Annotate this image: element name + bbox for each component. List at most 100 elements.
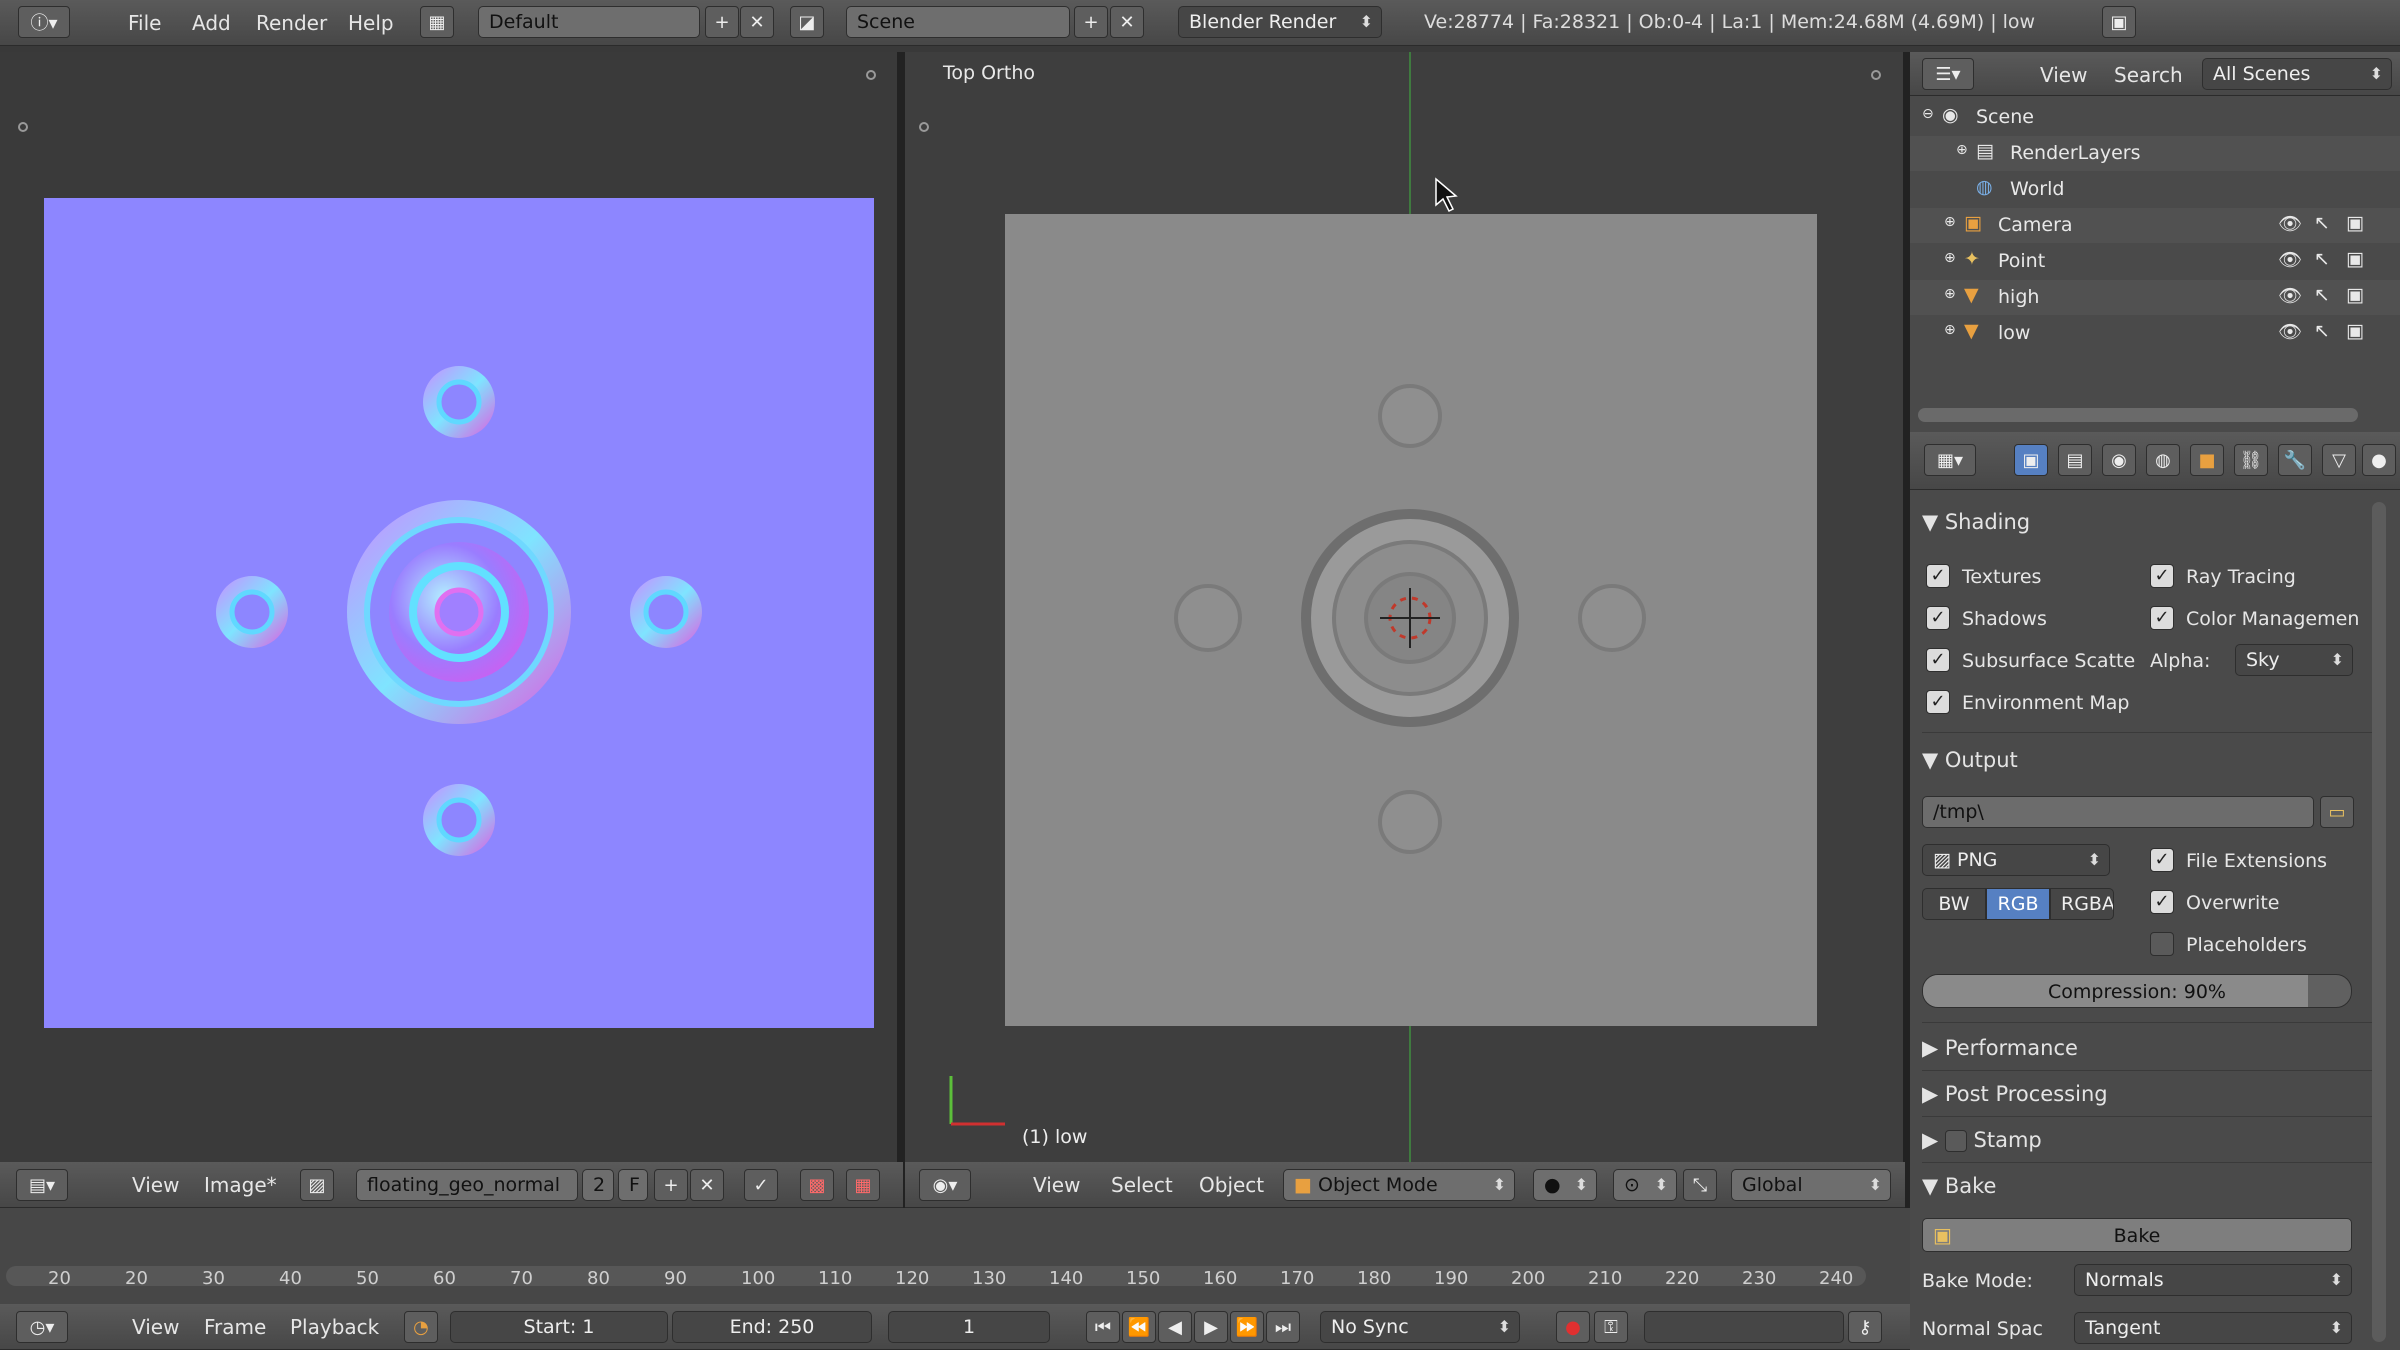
- editor-type-icon[interactable]: ◉▾: [919, 1169, 971, 1201]
- shading-panel-header[interactable]: ▼ Shading: [1922, 510, 2030, 534]
- bake-button[interactable]: ▣ Bake: [1922, 1218, 2352, 1252]
- timeline[interactable]: [0, 1208, 1910, 1304]
- expand-icon[interactable]: ⊕: [1944, 286, 1956, 302]
- area-divider[interactable]: [1903, 52, 1910, 1208]
- expand-icon[interactable]: ⊕: [1944, 322, 1956, 338]
- outliner-item-camera[interactable]: ⊕ ▣ Camera 👁 ↖ ▣: [1910, 208, 2400, 243]
- orientation-dropdown[interactable]: Global ⬍: [1731, 1169, 1891, 1201]
- keying-set-field[interactable]: [1644, 1311, 1844, 1343]
- textures-checkbox[interactable]: ✓: [1926, 564, 1950, 588]
- color-rgba-button[interactable]: RGBA: [2050, 888, 2114, 920]
- outliner-item-scene[interactable]: ⊖ ◉ Scene: [1910, 100, 2400, 135]
- menu-render[interactable]: Render: [256, 11, 327, 35]
- 3d-viewport[interactable]: Top Ortho (1) low: [905, 52, 1903, 1162]
- menu-object[interactable]: Object: [1199, 1173, 1264, 1197]
- play-icon[interactable]: ▶: [1194, 1311, 1228, 1343]
- next-keyframe-icon[interactable]: ⏩: [1230, 1311, 1264, 1343]
- expand-icon[interactable]: ⊖: [1922, 106, 1934, 122]
- pin-icon[interactable]: ✓: [744, 1169, 778, 1201]
- outliner[interactable]: ☰▾ View Search All Scenes ⬍ ⊖ ◉ Scene ⊕ …: [1910, 52, 2400, 432]
- outliner-item-low[interactable]: ⊕ ▼ low 👁 ↖ ▣: [1910, 316, 2400, 351]
- properties-editor[interactable]: ▦▾ ▣ ▤ ◉ ◍ ■ ⛓ 🔧 ▽ ● ▼ Shading ✓ Texture…: [1910, 432, 2400, 1350]
- uv-select-icon[interactable]: ▦: [846, 1169, 880, 1201]
- prev-keyframe-icon[interactable]: ⏪: [1122, 1311, 1156, 1343]
- jump-start-icon[interactable]: ⏮: [1086, 1311, 1120, 1343]
- end-frame-field[interactable]: End: 250: [672, 1311, 872, 1343]
- editor-type-icon[interactable]: ◷▾: [16, 1311, 68, 1343]
- stamp-checkbox[interactable]: ✓: [1944, 1130, 1967, 1152]
- render-camera-icon[interactable]: ▣: [2346, 284, 2364, 306]
- sss-checkbox[interactable]: ✓: [1926, 648, 1950, 672]
- menu-select[interactable]: Select: [1111, 1173, 1173, 1197]
- render-layers-tab-icon[interactable]: ▤: [2058, 444, 2092, 476]
- preview-range-icon[interactable]: ◔: [404, 1311, 438, 1343]
- visibility-eye-icon[interactable]: 👁: [2278, 248, 2302, 271]
- outliner-item-point[interactable]: ⊕ ✦ Point 👁 ↖ ▣: [1910, 244, 2400, 279]
- current-frame-field[interactable]: 1: [888, 1311, 1050, 1343]
- menu-search[interactable]: Search: [2114, 63, 2183, 87]
- select-arrow-icon[interactable]: ↖: [2314, 212, 2330, 234]
- fake-user-toggle[interactable]: F: [618, 1169, 648, 1201]
- select-arrow-icon[interactable]: ↖: [2314, 320, 2330, 342]
- uv-sync-icon[interactable]: ▩: [800, 1169, 834, 1201]
- record-icon[interactable]: ●: [1556, 1311, 1590, 1343]
- expand-icon[interactable]: ⊕: [1944, 214, 1956, 230]
- insert-key-icon[interactable]: ⚷: [1848, 1311, 1882, 1343]
- render-camera-icon[interactable]: ▣: [2346, 248, 2364, 270]
- performance-panel-header[interactable]: ▶ Performance: [1922, 1036, 2078, 1060]
- placeholders-checkbox[interactable]: ✓: [2150, 932, 2174, 956]
- stamp-panel-header[interactable]: ▶ ✓ Stamp: [1922, 1128, 2042, 1152]
- display-mode-dropdown[interactable]: All Scenes ⬍: [2202, 58, 2392, 90]
- color-bw-button[interactable]: BW: [1922, 888, 1986, 920]
- menu-add[interactable]: Add: [192, 11, 231, 35]
- editor-type-icon[interactable]: ▦▾: [1924, 444, 1976, 476]
- mode-dropdown[interactable]: ■ Object Mode ⬍: [1283, 1169, 1515, 1201]
- compression-slider[interactable]: Compression: 90%: [1922, 974, 2352, 1008]
- render-tab-icon[interactable]: ▣: [2014, 444, 2048, 476]
- menu-frame[interactable]: Frame: [204, 1315, 266, 1339]
- alpha-dropdown[interactable]: Sky ⬍: [2235, 644, 2353, 676]
- outliner-scrollbar[interactable]: [1918, 408, 2358, 422]
- screen-layout-icon[interactable]: ▦: [420, 6, 454, 38]
- scene-icon[interactable]: ◪: [790, 6, 824, 38]
- play-reverse-icon[interactable]: ◀: [1158, 1311, 1192, 1343]
- manipulator-icon[interactable]: ⤡: [1683, 1169, 1717, 1201]
- remove-scene-icon[interactable]: ✕: [1110, 6, 1144, 38]
- menu-view[interactable]: View: [132, 1315, 179, 1339]
- remove-layout-icon[interactable]: ✕: [740, 6, 774, 38]
- menu-view[interactable]: View: [2040, 63, 2087, 87]
- bake-mode-dropdown[interactable]: Normals ⬍: [2074, 1264, 2352, 1296]
- menu-image[interactable]: Image*: [204, 1173, 277, 1197]
- scene-tab-icon[interactable]: ◉: [2102, 444, 2136, 476]
- render-camera-icon[interactable]: ▣: [2346, 212, 2364, 234]
- jump-end-icon[interactable]: ⏭: [1266, 1311, 1300, 1343]
- add-scene-icon[interactable]: +: [1074, 6, 1108, 38]
- menu-file[interactable]: File: [128, 11, 161, 35]
- properties-scrollbar[interactable]: [2372, 502, 2386, 1342]
- file-format-dropdown[interactable]: ▨ PNG ⬍: [1922, 844, 2110, 876]
- envmap-checkbox[interactable]: ✓: [1926, 690, 1950, 714]
- output-path-field[interactable]: /tmp\: [1922, 796, 2314, 828]
- select-arrow-icon[interactable]: ↖: [2314, 248, 2330, 270]
- add-layout-icon[interactable]: +: [705, 6, 739, 38]
- color-rgb-button[interactable]: RGB: [1986, 888, 2050, 920]
- expand-icon[interactable]: ⊕: [1944, 250, 1956, 266]
- visibility-eye-icon[interactable]: 👁: [2278, 284, 2302, 307]
- visibility-eye-icon[interactable]: 👁: [2278, 320, 2302, 343]
- overwrite-checkbox[interactable]: ✓: [2150, 890, 2174, 914]
- menu-view[interactable]: View: [132, 1173, 179, 1197]
- menu-help[interactable]: Help: [348, 11, 394, 35]
- render-engine-dropdown[interactable]: Blender Render ⬍: [1178, 6, 1382, 38]
- output-panel-header[interactable]: ▼ Output: [1922, 748, 2018, 772]
- world-tab-icon[interactable]: ◍: [2146, 444, 2180, 476]
- editor-type-icon[interactable]: ▤▾: [16, 1169, 68, 1201]
- post-processing-panel-header[interactable]: ▶ Post Processing: [1922, 1082, 2108, 1106]
- menu-view[interactable]: View: [1033, 1173, 1080, 1197]
- visibility-eye-icon[interactable]: 👁: [2278, 212, 2302, 235]
- image-name-field[interactable]: floating_geo_normal: [356, 1169, 578, 1201]
- layout-field[interactable]: Default: [478, 6, 700, 38]
- outliner-item-world[interactable]: ◍ World: [1910, 172, 2400, 207]
- select-arrow-icon[interactable]: ↖: [2314, 284, 2330, 306]
- area-divider[interactable]: [897, 52, 905, 1208]
- material-tab-icon[interactable]: ●: [2362, 444, 2396, 476]
